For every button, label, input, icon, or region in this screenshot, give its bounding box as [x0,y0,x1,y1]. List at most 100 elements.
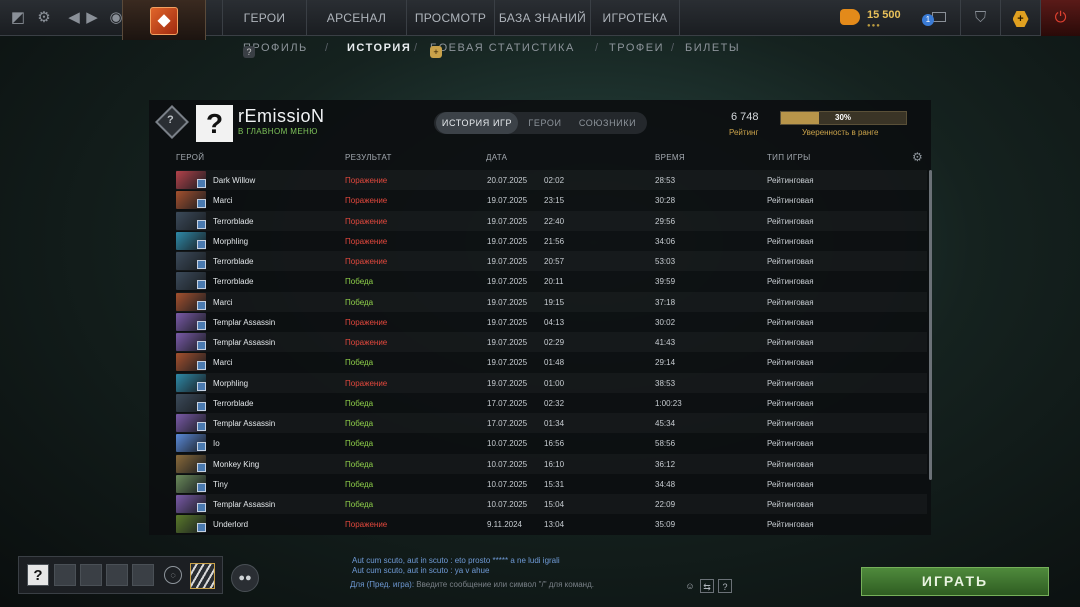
match-start-time: 23:15 [544,196,565,206]
power-exit-icon[interactable]: ⏻ [1040,0,1080,36]
match-duration: 45:34 [655,419,676,428]
match-rank-icon [197,462,206,472]
shards-dots: ●●● [867,23,881,29]
tab-allies[interactable]: СОЮЗНИКИ [570,112,645,134]
top-bar: ◩ ⚙ ◀ ▶ ◉ ◆ ГЕРОИ АРСЕНАЛ ПРОСМОТР БАЗА … [0,0,1080,40]
armory-shield-icon[interactable]: ⛉ [960,0,1000,36]
table-row[interactable]: Templar Assassin Поражение 19.07.2025 04:13… [176,312,927,332]
settings-gear-icon[interactable]: ⚙ [34,8,54,28]
table-row[interactable]: Io Победа 10.07.2025 16:56 58:56 Рейтинговая [176,433,927,453]
nav-knowledge-base[interactable]: БАЗА ЗНАНИЙ [494,0,590,36]
hero-name: Dark Willow [213,176,256,185]
tab-heroes[interactable]: ГЕРОИ [520,112,570,134]
table-row[interactable]: Terrorblade Поражение 19.07.2025 20:57 53:03… [176,251,927,271]
match-rank-icon [197,422,206,431]
play-button[interactable]: ИГРАТЬ [861,567,1049,596]
emoticon-icon[interactable]: ☺ [683,579,697,593]
friends-group-icon[interactable]: ●● [231,564,259,592]
match-start-time: 19:15 [544,297,565,307]
party-slot-empty[interactable] [132,564,154,586]
chat-input[interactable]: Для (Пред. игра): Введите сообщение или … [350,580,734,589]
match-date: 19.07.2025 [487,277,528,287]
subnav-trophies[interactable]: ТРОФЕИ [609,42,664,54]
shards-currency[interactable]: 15 500 ●●● [840,6,910,30]
shards-icon [840,9,860,25]
match-start-time: 13:04 [544,520,565,530]
table-row[interactable]: Templar Assassin Победа 17.07.2025 01:34 45:… [176,413,927,433]
table-row[interactable]: Marci Поражение 19.07.2025 23:15 30:28 Рейтин… [176,190,927,210]
settings-gear-icon[interactable]: ⚙ [912,150,923,164]
hero-name: Marci [213,297,233,307]
match-start-time: 20:11 [544,277,564,287]
forward-arrow-icon[interactable]: ▶ [82,8,102,28]
party-slot-empty[interactable] [80,564,102,586]
avatar[interactable]: ? [196,105,233,142]
match-rank-icon [197,199,206,209]
party-self-avatar[interactable]: ? [27,564,49,586]
col-header-date[interactable]: ДАТА [486,153,507,162]
match-date: 19.07.2025 [487,358,528,368]
nav-heroes[interactable]: ГЕРОИ [222,0,306,36]
col-header-game-mode[interactable]: ТИП ИГРЫ [767,153,811,162]
back-arrow-icon[interactable]: ◀ [64,8,84,28]
table-row[interactable]: Terrorblade Победа 17.07.2025 02:32 1:00:23 Р… [176,393,927,413]
match-start-time: 22:40 [544,216,565,226]
match-result: Поражение [345,317,388,327]
chat-channel-label[interactable]: Для (Пред. игра): [350,580,414,589]
match-date: 19.07.2025 [487,216,528,226]
match-rank-icon [197,219,206,229]
subnav-profile[interactable]: ? ПРОФИЛЬ [243,42,308,58]
table-row[interactable]: Terrorblade Поражение 19.07.2025 22:40 29:56… [176,211,927,231]
battle-pass-icon[interactable] [190,563,215,589]
match-start-time: 01:34 [544,419,565,428]
subnav-tickets[interactable]: БИЛЕТЫ [685,42,740,54]
chat-log: Aut cum scuto, aut in scuto : eto prosto… [352,556,560,576]
party-slot-empty[interactable] [106,564,128,586]
chat-swap-icon[interactable]: ⇆ [700,579,714,593]
tab-match-history[interactable]: ИСТОРИЯ ИГР [436,112,518,134]
dota-icon[interactable]: ◩ [8,8,28,28]
match-date: 20.07.2025 [487,176,528,185]
match-list-scrollbar[interactable] [929,170,932,480]
table-row[interactable]: Dark Willow Поражение 20.07.2025 02:02 28:53… [176,170,927,190]
table-row[interactable]: Templar Assassin Победа 10.07.2025 15:04 22:… [176,494,927,514]
party-slot-empty[interactable] [54,564,76,586]
dashboard-logo-button[interactable]: ◆ [122,0,206,40]
nav-arcade[interactable]: ИГРОТЕКА [590,0,680,36]
table-row[interactable]: Morphling Поражение 19.07.2025 21:56 34:06 Ре… [176,231,927,251]
hero-name: Morphling [213,236,249,246]
subnav-battle-stats[interactable]: + БОЕВАЯ СТАТИСТИКА [430,42,575,58]
table-row[interactable]: Underlord Поражение 9.11.2024 13:04 35:09 Рей… [176,514,927,534]
match-start-time: 02:32 [544,398,565,408]
col-header-time[interactable]: ВРЕМЯ [655,153,685,162]
party-settings-icon[interactable]: ◌ [164,566,182,584]
match-start-time: 16:56 [544,439,565,449]
col-header-hero[interactable]: ГЕРОЙ [176,153,204,162]
help-icon[interactable]: ? [718,579,732,593]
table-row[interactable]: Marci Победа 19.07.2025 01:48 29:14 Рейтингов… [176,352,927,372]
match-duration: 1:00:23 [655,398,682,408]
notifications-button[interactable]: 1 [920,8,948,30]
match-start-time: 15:31 [544,479,565,489]
match-rank-icon [197,280,206,290]
hero-name: Underlord [213,520,249,530]
match-date: 17.07.2025 [487,398,528,408]
match-result: Поражение [345,216,388,226]
shards-amount: 15 500 [867,9,901,21]
table-row[interactable]: Morphling Поражение 19.07.2025 01:00 38:53 Ре… [176,373,927,393]
hero-name: Io [213,439,220,449]
nav-watch[interactable]: ПРОСМОТР [406,0,494,36]
table-row[interactable]: Terrorblade Победа 19.07.2025 20:11 39:59 Рей… [176,271,927,291]
plus-menu-button[interactable]: + [1000,0,1040,36]
subnav-history[interactable]: ИСТОРИЯ [347,42,411,54]
table-row[interactable]: Marci Победа 19.07.2025 19:15 37:18 Рейтингов… [176,292,927,312]
col-header-result[interactable]: РЕЗУЛЬТАТ [345,153,392,162]
nav-arsenal[interactable]: АРСЕНАЛ [306,0,406,36]
table-row[interactable]: Templar Assassin Поражение 19.07.2025 02:29… [176,332,927,352]
table-row[interactable]: Tiny Победа 10.07.2025 15:31 34:48 Рейтингова… [176,474,927,494]
table-row[interactable]: Monkey King Победа 10.07.2025 16:10 36:12 Рей… [176,454,927,474]
match-rank-icon [197,341,206,350]
rank-confidence-bar: 30% [780,111,907,125]
match-game-mode: Рейтинговая [767,439,814,449]
chat-message: Aut cum scuto, aut in scuto : ya v ahue [352,566,490,575]
